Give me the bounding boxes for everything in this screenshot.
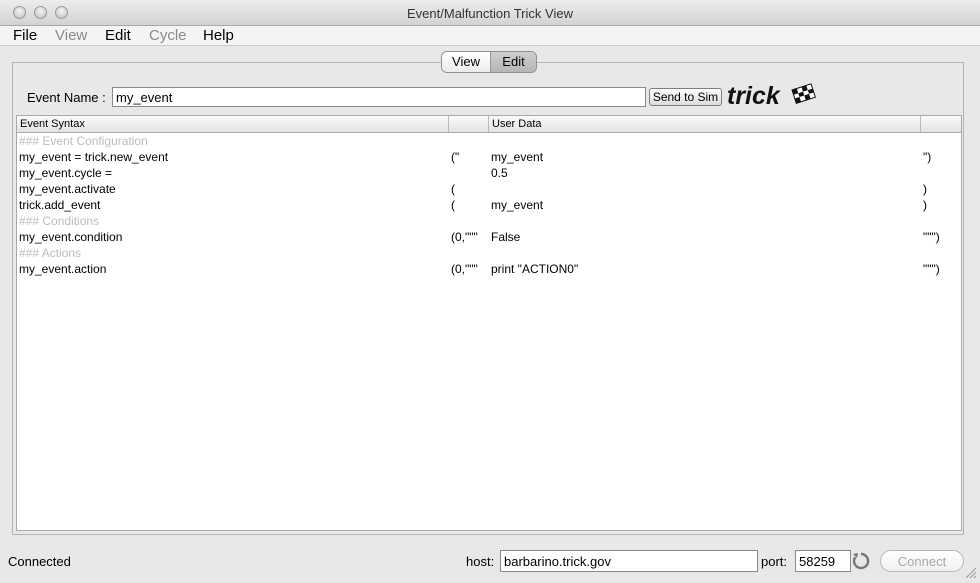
cell-close-delimiter[interactable]: """) [923, 261, 940, 277]
host-input[interactable] [500, 550, 758, 572]
cell-event-syntax[interactable]: my_event.action [19, 261, 106, 277]
connect-button[interactable]: Connect [880, 550, 964, 572]
cell-open-delimiter[interactable]: ( [451, 197, 455, 213]
host-label: host: [466, 554, 495, 569]
cell-user-data[interactable]: my_event [491, 149, 543, 165]
cell-event-syntax[interactable]: my_event.activate [19, 181, 116, 197]
column-header-open[interactable] [449, 116, 489, 132]
table-row[interactable]: my_event.activate () [17, 181, 961, 197]
event-name-label: Event Name : [27, 90, 106, 105]
event-name-input[interactable] [112, 87, 646, 107]
cell-user-data[interactable]: my_event [491, 197, 543, 213]
cell-event-syntax[interactable]: ### Actions [19, 245, 81, 261]
cell-event-syntax[interactable]: trick.add_event [19, 197, 100, 213]
checkered-flag-icon [791, 83, 816, 104]
menu-cycle[interactable]: Cycle [149, 27, 187, 44]
menu-edit[interactable]: Edit [105, 27, 131, 44]
tab-view[interactable]: View [442, 52, 491, 72]
menu-bar: File View Edit Cycle Help [0, 26, 980, 46]
menu-help[interactable]: Help [203, 27, 234, 44]
cell-open-delimiter[interactable]: (0,""" [451, 261, 478, 277]
cell-user-data[interactable]: print "ACTION0" [491, 261, 578, 277]
cell-user-data[interactable]: False [491, 229, 520, 245]
refresh-spinner-icon [852, 552, 870, 570]
connection-status: Connected [8, 554, 71, 569]
cell-event-syntax[interactable]: my_event.cycle = [19, 165, 112, 181]
resize-grip-icon[interactable] [963, 565, 977, 579]
trick-logo-text: trick [727, 83, 781, 110]
table-row[interactable]: trick.add_event ( my_event) [17, 197, 961, 213]
column-header-event-syntax[interactable]: Event Syntax [17, 116, 449, 132]
port-input[interactable] [795, 550, 851, 572]
cell-close-delimiter[interactable]: ) [923, 197, 927, 213]
table-comment-row[interactable]: ### Actions [17, 245, 961, 261]
event-table: Event Syntax User Data ### Event Configu… [16, 115, 962, 531]
table-comment-row[interactable]: ### Event Configuration [17, 133, 961, 149]
status-bar: Connected host: port: Connect [0, 546, 980, 583]
cell-user-data[interactable]: 0.5 [491, 165, 508, 181]
column-header-user-data[interactable]: User Data [489, 116, 921, 132]
window-title: Event/Malfunction Trick View [407, 6, 573, 21]
cell-event-syntax[interactable]: my_event = trick.new_event [19, 149, 168, 165]
tab-edit[interactable]: Edit [491, 52, 536, 72]
column-header-close[interactable] [921, 116, 961, 132]
table-row[interactable]: my_event = trick.new_event (" my_event ") [17, 149, 961, 165]
title-bar: Event/Malfunction Trick View [0, 0, 980, 26]
cell-event-syntax[interactable]: ### Conditions [19, 213, 99, 229]
cell-open-delimiter[interactable]: ( [451, 181, 455, 197]
table-comment-row[interactable]: ### Conditions [17, 213, 961, 229]
port-label: port: [761, 554, 788, 569]
table-row[interactable]: my_event.condition (0,""" False """) [17, 229, 961, 245]
table-row[interactable]: my_event.action (0,""" print "ACTION0" """) [17, 261, 961, 277]
cell-open-delimiter[interactable]: (0,""" [451, 229, 478, 245]
cell-close-delimiter[interactable]: ) [923, 181, 927, 197]
menu-view[interactable]: View [55, 27, 87, 44]
cell-open-delimiter[interactable]: (" [451, 149, 459, 165]
table-row[interactable]: my_event.cycle = 0.5 [17, 165, 961, 181]
table-header: Event Syntax User Data [17, 116, 961, 133]
mode-segmented-control: View Edit [441, 51, 537, 73]
cell-close-delimiter[interactable]: """) [923, 229, 940, 245]
menu-file[interactable]: File [13, 27, 37, 44]
cell-close-delimiter[interactable]: ") [923, 149, 931, 165]
cell-event-syntax[interactable]: my_event.condition [19, 229, 122, 245]
send-to-sim-button[interactable]: Send to Sim [649, 88, 722, 106]
trick-logo: trick [727, 83, 816, 110]
cell-event-syntax[interactable]: ### Event Configuration [19, 133, 148, 149]
